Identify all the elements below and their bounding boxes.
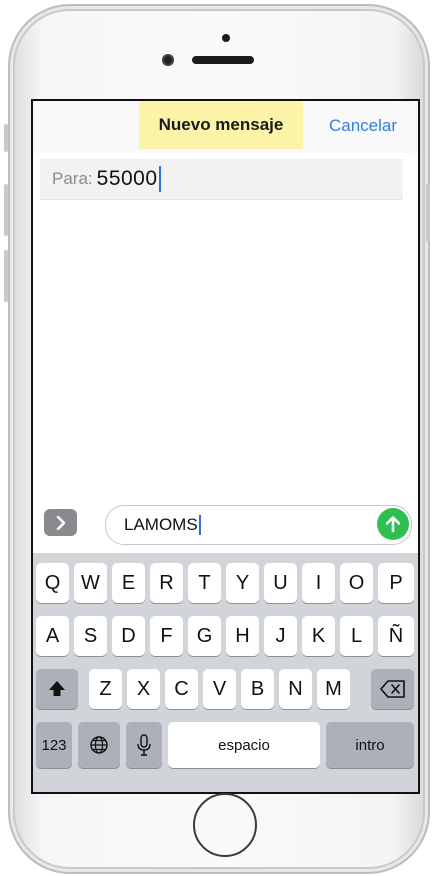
- message-cursor: [198, 515, 201, 535]
- key-k[interactable]: K: [302, 616, 335, 656]
- key-y[interactable]: Y: [226, 563, 259, 603]
- key-m[interactable]: M: [317, 669, 350, 709]
- shift-key[interactable]: [36, 669, 78, 709]
- space-key[interactable]: espacio: [168, 722, 320, 768]
- text-cursor: [158, 166, 161, 192]
- message-input[interactable]: LAMOMS: [105, 505, 412, 545]
- earpiece-speaker: [192, 56, 254, 64]
- recipient-label: Para:: [52, 169, 93, 188]
- page-title: Nuevo mensaje: [139, 101, 303, 149]
- volume-down-button: [4, 250, 8, 302]
- key-o[interactable]: O: [340, 563, 373, 603]
- key-g[interactable]: G: [188, 616, 221, 656]
- send-button[interactable]: [377, 508, 409, 540]
- key-l[interactable]: L: [340, 616, 373, 656]
- key-s[interactable]: S: [74, 616, 107, 656]
- apps-expand-button[interactable]: [44, 509, 77, 536]
- recipient-value: 55000: [96, 167, 158, 190]
- key-t[interactable]: T: [188, 563, 221, 603]
- recipient-field[interactable]: Para: 55000: [40, 159, 403, 200]
- home-button[interactable]: [193, 793, 257, 857]
- key-p[interactable]: P: [378, 563, 414, 603]
- proximity-sensor: [222, 34, 230, 42]
- arrow-up-icon: [385, 516, 401, 533]
- microphone-key[interactable]: [126, 722, 162, 768]
- message-text: LAMOMS: [124, 515, 198, 534]
- backspace-icon: [379, 680, 405, 698]
- key-u[interactable]: U: [264, 563, 297, 603]
- key-n[interactable]: N: [279, 669, 312, 709]
- key-f[interactable]: F: [150, 616, 183, 656]
- volume-up-button: [4, 184, 8, 236]
- key-i[interactable]: I: [302, 563, 335, 603]
- key-a[interactable]: A: [36, 616, 69, 656]
- cancel-button[interactable]: Cancelar: [329, 116, 397, 136]
- key-x[interactable]: X: [127, 669, 160, 709]
- key-z[interactable]: Z: [89, 669, 122, 709]
- key-c[interactable]: C: [165, 669, 198, 709]
- key-r[interactable]: R: [150, 563, 183, 603]
- backspace-key[interactable]: [371, 669, 414, 709]
- key-d[interactable]: D: [112, 616, 145, 656]
- mute-switch: [4, 124, 8, 152]
- key-n-tilde[interactable]: Ñ: [378, 616, 414, 656]
- chevron-right-icon: [56, 515, 65, 530]
- shift-arrow-icon: [49, 681, 65, 696]
- navigation-bar: Nuevo mensaje Cancelar: [33, 101, 418, 153]
- key-w[interactable]: W: [74, 563, 107, 603]
- keyboard: Q W E R T Y U I O P A S D F G H J K L Ñ …: [33, 553, 418, 792]
- front-camera: [162, 54, 174, 66]
- globe-key[interactable]: [78, 722, 120, 768]
- key-v[interactable]: V: [203, 669, 236, 709]
- globe-icon: [90, 736, 108, 754]
- power-button: [426, 184, 430, 242]
- key-q[interactable]: Q: [36, 563, 69, 603]
- microphone-icon: [137, 734, 151, 756]
- screen: Nuevo mensaje Cancelar Para: 55000 LAMOM…: [31, 99, 420, 794]
- key-b[interactable]: B: [241, 669, 274, 709]
- key-e[interactable]: E: [112, 563, 145, 603]
- key-h[interactable]: H: [226, 616, 259, 656]
- numbers-key[interactable]: 123: [36, 722, 72, 768]
- key-j[interactable]: J: [264, 616, 297, 656]
- return-key[interactable]: intro: [326, 722, 414, 768]
